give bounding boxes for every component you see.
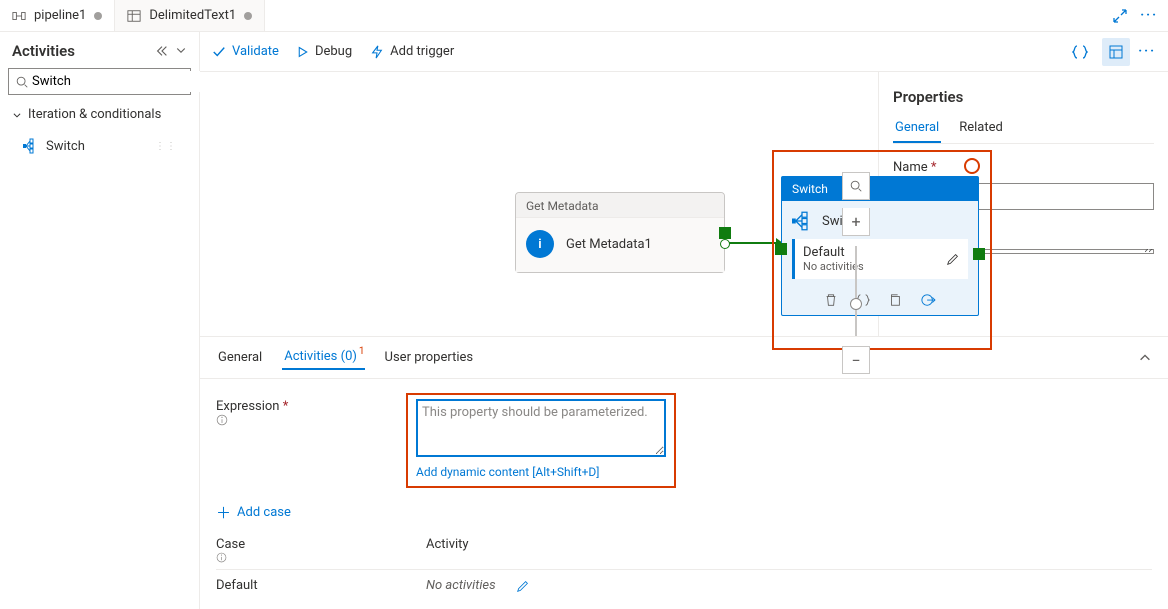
chevron-down-icon[interactable] [175, 44, 187, 58]
activity-search[interactable] [8, 68, 191, 95]
th-case: Case [216, 537, 245, 552]
plus-icon: ＋ [216, 502, 231, 523]
switch-icon [792, 211, 812, 231]
copy-icon[interactable] [888, 293, 902, 307]
info-icon: i [526, 230, 554, 258]
sidebar-category-iteration[interactable]: Iteration & conditionals [8, 103, 191, 126]
tab-dataset[interactable]: DelimitedText1 [115, 0, 265, 31]
info-icon[interactable] [216, 414, 386, 426]
activity-settings-panel: General Activities (0)1 User properties … [200, 336, 1168, 609]
expression-input[interactable] [416, 399, 666, 457]
json-view-button[interactable] [1066, 38, 1094, 66]
node-type-label: Get Metadata [516, 193, 724, 218]
prop-tab-general[interactable]: General [893, 114, 941, 143]
activity-search-input[interactable] [29, 71, 201, 92]
tab-general[interactable]: General [216, 346, 264, 369]
zoom-knob[interactable] [850, 298, 862, 310]
pipeline-icon [12, 9, 26, 23]
play-icon [297, 46, 309, 58]
case-activity: No activities [426, 578, 496, 593]
tab-activities-label: Activities (0) [284, 349, 357, 364]
pencil-icon[interactable] [516, 579, 530, 593]
more-icon[interactable]: ··· [1138, 44, 1156, 59]
highlight-box: Add dynamic content [Alt+Shift+D] [406, 393, 676, 488]
case-row: Default No activities [216, 570, 1152, 601]
case-name: Default [216, 578, 426, 593]
sidebar-item-switch[interactable]: Switch ⋮⋮ [8, 134, 191, 158]
collapse-panel-button[interactable] [1138, 351, 1152, 365]
pipeline-canvas[interactable]: Get Metadata i Get Metadata1 [200, 72, 878, 336]
tab-dataset-label: DelimitedText1 [149, 8, 236, 23]
add-trigger-button[interactable]: Add trigger [370, 44, 454, 59]
collapse-double-icon[interactable] [155, 44, 169, 58]
delete-icon[interactable] [824, 293, 838, 307]
add-case-button[interactable]: ＋ Add case [216, 502, 1152, 523]
editor-toolbar: Validate Debug Add trigger [200, 32, 1168, 72]
case-sub: No activities [803, 260, 946, 273]
activities-sidebar: Activities [0, 32, 200, 609]
add-trigger-label: Add trigger [390, 44, 454, 59]
highlight-circle-icon [964, 158, 980, 174]
output-port[interactable] [973, 248, 985, 260]
node-type-label: Switch [782, 177, 978, 201]
zoom-reset-button[interactable] [842, 172, 870, 200]
chevron-down-icon [12, 110, 22, 120]
table-icon [127, 9, 141, 23]
node-get-metadata[interactable]: Get Metadata i Get Metadata1 [515, 192, 725, 273]
properties-toggle-button[interactable] [1102, 38, 1130, 66]
sidebar-item-label: Switch [46, 139, 147, 154]
file-tabstrip: pipeline1 DelimitedText1 ··· [0, 0, 1168, 32]
th-activity: Activity [426, 537, 469, 563]
node-name: Get Metadata1 [566, 237, 652, 252]
zoom-in-button[interactable]: + [842, 208, 870, 236]
add-dynamic-content-link[interactable]: Add dynamic content [Alt+Shift+D] [416, 465, 600, 479]
tab-pipeline-label: pipeline1 [34, 8, 86, 23]
pencil-icon[interactable] [946, 252, 960, 266]
validate-button[interactable]: Validate [212, 44, 279, 59]
validate-label: Validate [232, 44, 279, 59]
expand-icon[interactable] [1112, 8, 1128, 24]
debug-button[interactable]: Debug [297, 44, 352, 59]
info-icon[interactable] [216, 552, 426, 563]
debug-label: Debug [315, 44, 352, 59]
properties-title: Properties [893, 88, 1154, 106]
tab-userprops[interactable]: User properties [383, 346, 476, 369]
unsaved-dot-icon [94, 12, 102, 20]
trigger-icon [370, 45, 384, 59]
sidebar-title: Activities [12, 42, 75, 60]
zoom-control: + − [842, 172, 870, 374]
node-switch[interactable]: Switch Switch1 Default No activities [781, 176, 979, 316]
cases-table-header: Case Activity [216, 531, 1152, 570]
expression-label: Expression [216, 399, 280, 414]
switch-icon [22, 138, 38, 154]
input-port[interactable] [775, 243, 787, 255]
prop-tab-related[interactable]: Related [957, 114, 1005, 143]
tab-activities[interactable]: Activities (0)1 [282, 345, 364, 370]
case-title: Default [803, 245, 845, 260]
unsaved-dot-icon [244, 12, 252, 20]
error-badge: 1 [359, 346, 365, 357]
add-case-label: Add case [237, 505, 291, 520]
drag-handle-icon[interactable]: ⋮⋮ [155, 141, 177, 152]
search-icon [15, 75, 29, 89]
tab-pipeline[interactable]: pipeline1 [0, 0, 115, 31]
zoom-out-button[interactable]: − [842, 346, 870, 374]
more-icon[interactable]: ··· [1140, 8, 1158, 23]
output-port[interactable] [719, 227, 731, 239]
zoom-slider[interactable] [855, 246, 857, 336]
arrow-right-icon[interactable] [920, 293, 936, 307]
switch-default-case[interactable]: Default No activities [792, 239, 968, 279]
sidebar-category-label: Iteration & conditionals [28, 107, 161, 122]
